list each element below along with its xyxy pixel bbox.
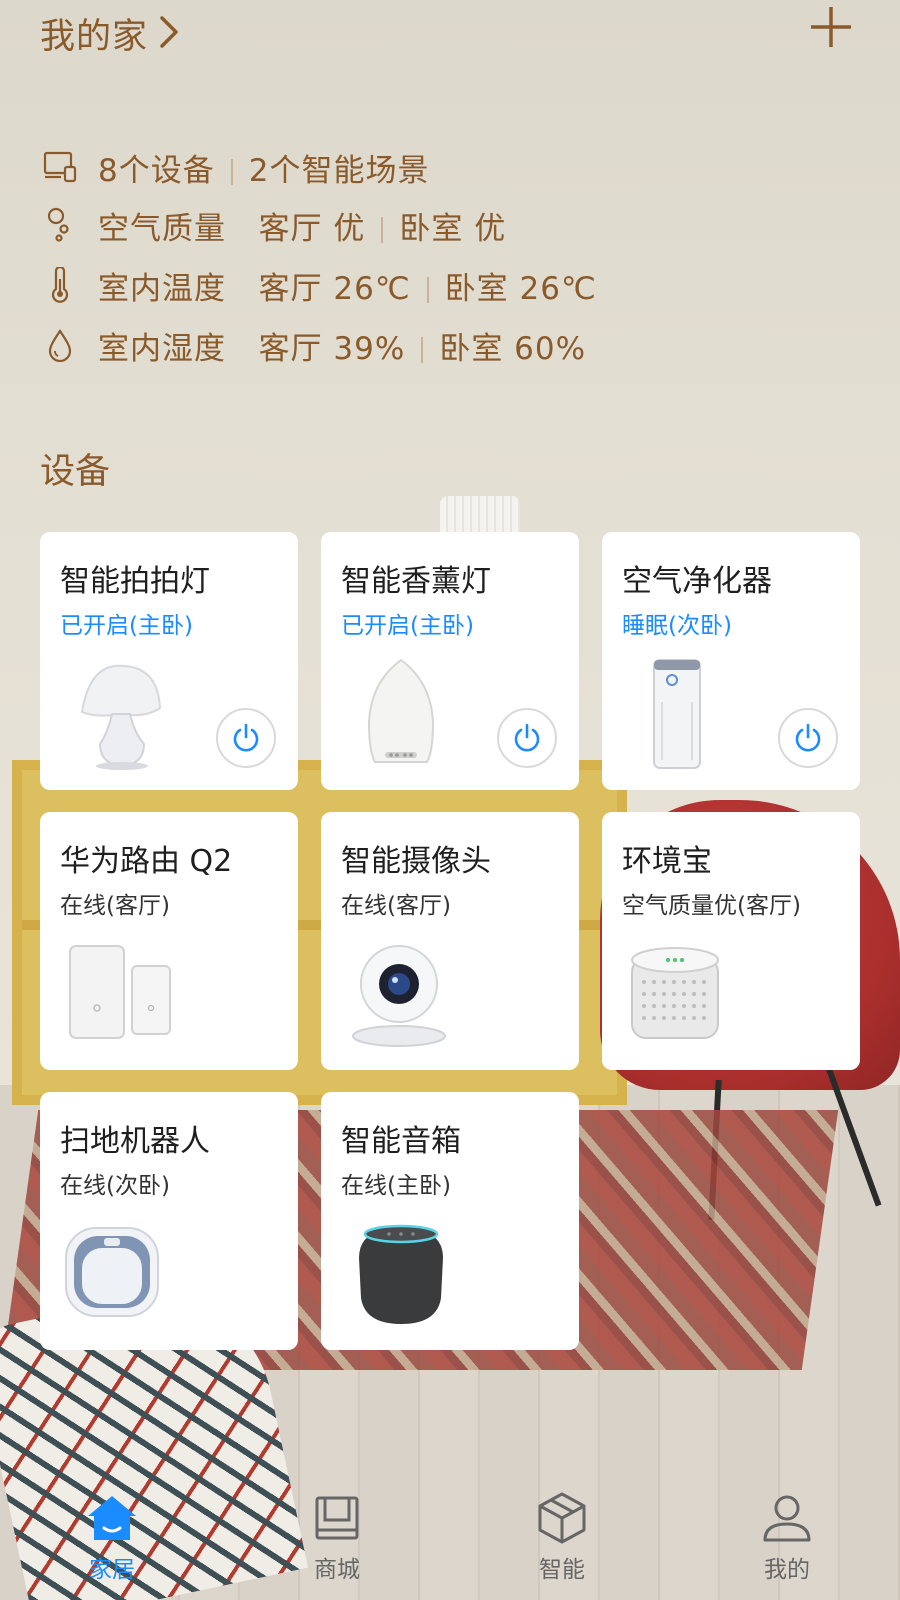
device-status: 已开启(主卧) xyxy=(60,613,193,639)
divider xyxy=(426,276,429,303)
divider xyxy=(230,158,233,185)
air-quality-row: 空气质量 客厅 优卧室 优 xyxy=(40,200,506,250)
chevron-right-icon[interactable] xyxy=(156,10,186,54)
device-card-camera[interactable]: 智能摄像头 在线(客厅) xyxy=(321,812,579,1070)
power-button[interactable] xyxy=(497,708,557,768)
tab-label: 家居 xyxy=(89,1557,135,1583)
device-status: 已开启(主卧) xyxy=(341,613,474,639)
air-quality-icon xyxy=(40,205,80,245)
device-status: 在线(客厅) xyxy=(341,893,451,919)
devices-icon xyxy=(40,147,80,187)
device-name: 扫地机器人 xyxy=(60,1124,210,1159)
device-card-robot-vacuum[interactable]: 扫地机器人 在线(次卧) xyxy=(40,1092,298,1350)
vase xyxy=(440,496,520,536)
device-count: 8个设备 xyxy=(98,152,215,189)
tab-label: 我的 xyxy=(764,1557,810,1583)
home-icon xyxy=(88,1496,136,1540)
tab-smart[interactable]: 智能 xyxy=(502,1480,622,1600)
temperature-row: 室内温度 客厅 26℃ 卧室 26℃ xyxy=(40,260,597,310)
air-purifier-icon xyxy=(653,659,701,769)
camera-icon xyxy=(352,945,446,1047)
lamp-icon xyxy=(80,664,162,770)
device-name: 空气净化器 xyxy=(622,564,772,599)
tab-label: 商城 xyxy=(314,1557,360,1583)
device-name: 智能香薰灯 xyxy=(341,564,491,599)
aroma-diffuser-icon xyxy=(367,658,435,763)
air-quality-bedroom: 卧室 优 xyxy=(399,210,507,247)
home-title[interactable]: 我的家 xyxy=(40,8,148,59)
device-status: 在线(客厅) xyxy=(60,893,170,919)
store-icon xyxy=(315,1496,359,1540)
person-icon xyxy=(763,1495,811,1542)
device-card-aroma[interactable]: 智能香薰灯 已开启(主卧) xyxy=(321,532,579,790)
device-status: 在线(次卧) xyxy=(60,1173,170,1199)
env-monitor-icon xyxy=(631,947,719,1039)
power-button[interactable] xyxy=(778,708,838,768)
device-status: 睡眠(次卧) xyxy=(622,613,732,639)
tab-store[interactable]: 商城 xyxy=(277,1480,397,1600)
device-card-smart-speaker[interactable]: 智能音箱 在线(主卧) xyxy=(321,1092,579,1350)
power-icon xyxy=(514,723,540,752)
add-icon[interactable] xyxy=(808,4,854,50)
section-title-devices: 设备 xyxy=(40,452,111,492)
device-card-air-purifier[interactable]: 空气净化器 睡眠(次卧) xyxy=(602,532,860,790)
water-drop-icon xyxy=(40,325,80,365)
device-card-lamp[interactable]: 智能拍拍灯 已开启(主卧) xyxy=(40,532,298,790)
header: 我的家 xyxy=(0,0,900,70)
device-name: 环境宝 xyxy=(622,844,712,879)
device-name: 智能音箱 xyxy=(341,1124,461,1159)
device-name: 智能拍拍灯 xyxy=(60,564,210,599)
router-icon xyxy=(69,945,171,1039)
device-status: 在线(主卧) xyxy=(341,1173,451,1199)
device-status: 空气质量优(客厅) xyxy=(622,893,801,919)
temperature-label: 室内温度 xyxy=(98,270,226,307)
robot-vacuum-icon xyxy=(65,1227,159,1317)
humidity-row: 室内湿度 客厅 39% 卧室 60% xyxy=(40,320,586,370)
device-card-env-monitor[interactable]: 环境宝 空气质量优(客厅) xyxy=(602,812,860,1070)
divider xyxy=(421,336,424,363)
power-icon xyxy=(233,723,259,752)
humidity-bedroom: 卧室 60% xyxy=(439,330,587,367)
device-name: 智能摄像头 xyxy=(341,844,491,879)
device-count-row[interactable]: 8个设备 2个智能场景 xyxy=(40,142,429,192)
device-card-router[interactable]: 华为路由 Q2 在线(客厅) xyxy=(40,812,298,1070)
air-quality-living: 客厅 优 xyxy=(258,210,366,247)
humidity-label: 室内湿度 xyxy=(98,330,226,367)
cube-icon xyxy=(538,1492,586,1544)
divider xyxy=(381,216,384,243)
device-name: 华为路由 Q2 xyxy=(60,844,233,879)
power-button[interactable] xyxy=(216,708,276,768)
tab-label: 智能 xyxy=(539,1557,585,1583)
temperature-bedroom: 卧室 26℃ xyxy=(444,270,597,307)
tab-home[interactable]: 家居 xyxy=(52,1480,172,1600)
smart-speaker-icon xyxy=(359,1224,443,1324)
air-quality-label: 空气质量 xyxy=(98,210,226,247)
thermometer-icon xyxy=(40,265,80,305)
scene-count: 2个智能场景 xyxy=(248,152,430,189)
bottom-tab-bar: 家居 商城 智能 我的 xyxy=(0,1480,900,1600)
power-icon xyxy=(795,723,821,752)
tab-mine[interactable]: 我的 xyxy=(727,1480,847,1600)
temperature-living: 客厅 26℃ xyxy=(258,270,411,307)
humidity-living: 客厅 39% xyxy=(258,330,406,367)
